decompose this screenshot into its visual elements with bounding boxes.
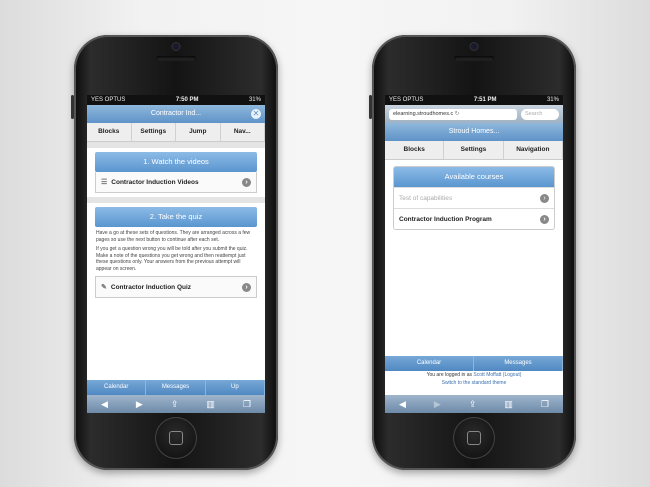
tab-settings[interactable]: Settings (444, 141, 504, 159)
forward-icon[interactable]: ▶ (434, 399, 441, 410)
address-bar: elearning.stroudhomes.c ↻ Search (385, 105, 563, 123)
course-list: Available courses Test of capabilities ›… (393, 166, 555, 230)
reload-icon[interactable]: ↻ (455, 111, 460, 117)
phone-right: YES OPTUS 7:51 PM 31% elearning.stroudho… (369, 35, 576, 470)
tab-blocks[interactable]: Blocks (87, 123, 132, 141)
browser-toolbar: ◀ ▶ ⇪ ▥ ❐ (385, 395, 563, 413)
phone-left: YES OPTUS 7:50 PM 31% Contractor Ind... … (71, 35, 278, 470)
carrier: YES OPTUS (91, 97, 126, 103)
chevron-right-icon: › (242, 282, 251, 292)
search-input[interactable]: Search (521, 108, 559, 120)
back-icon[interactable]: ◀ (101, 399, 108, 410)
logout-link[interactable]: (Logout) (503, 372, 522, 378)
list-item-videos[interactable]: ☰ Contractor Induction Videos › (95, 172, 257, 193)
screen-left: YES OPTUS 7:50 PM 31% Contractor Ind... … (87, 95, 265, 413)
page-title-bar: Contractor Ind... ✕ (87, 105, 265, 123)
course-list-header: Available courses (394, 167, 554, 187)
tabs-icon[interactable]: ❐ (541, 399, 549, 410)
list-item-label: Contractor Induction Videos (111, 178, 199, 186)
browser-toolbar: ◀ ▶ ⇪ ▥ ❐ (87, 395, 265, 413)
nav-up[interactable]: Up (206, 380, 265, 395)
nav-messages[interactable]: Messages (146, 380, 206, 395)
clock: 7:51 PM (473, 97, 497, 103)
earpiece (156, 56, 196, 61)
chevron-right-icon: › (540, 214, 549, 224)
home-button[interactable] (155, 417, 197, 459)
tab-jump[interactable]: Jump (176, 123, 221, 141)
block-tabs: Blocks Settings Jump Nav... (87, 123, 265, 142)
share-icon[interactable]: ⇪ (469, 399, 477, 410)
tab-navigation[interactable]: Nav... (221, 123, 265, 141)
forward-icon[interactable]: ▶ (136, 399, 143, 410)
page-title-bar: Stroud Homes... (385, 123, 563, 141)
quiz-icon: ✎ (101, 284, 107, 291)
course-item-induction[interactable]: Contractor Induction Program › (394, 208, 554, 229)
screen-right: YES OPTUS 7:51 PM 31% elearning.stroudho… (385, 95, 563, 413)
page-title: Stroud Homes... (448, 128, 500, 135)
chevron-right-icon: › (242, 177, 251, 187)
back-icon[interactable]: ◀ (399, 399, 406, 410)
section-header-quiz: 2. Take the quiz (95, 207, 257, 227)
quiz-intro-text: Have a go at these sets of questions. Th… (96, 230, 251, 243)
front-camera (172, 43, 180, 50)
course-item-capabilities[interactable]: Test of capabilities › (394, 187, 554, 208)
earpiece (454, 56, 494, 61)
page-title: Contractor Ind... (150, 110, 202, 117)
tab-blocks[interactable]: Blocks (385, 141, 445, 159)
clock: 7:50 PM (175, 97, 199, 103)
bookmarks-icon[interactable]: ▥ (206, 399, 215, 410)
url-field[interactable]: elearning.stroudhomes.c ↻ (389, 108, 517, 120)
front-camera (470, 43, 478, 50)
battery: 31% (248, 97, 261, 103)
close-icon[interactable]: ✕ (251, 109, 261, 119)
bottom-nav: Calendar Messages Up (87, 380, 265, 395)
tab-settings[interactable]: Settings (132, 123, 176, 141)
theme-switch-link[interactable]: Switch to the standard theme (442, 380, 507, 386)
list-item-label: Contractor Induction Quiz (110, 283, 192, 291)
list-item-quiz[interactable]: ✎ Contractor Induction Quiz › (95, 276, 257, 298)
nav-calendar[interactable]: Calendar (87, 380, 147, 395)
section-header-videos: 1. Watch the videos (95, 152, 257, 172)
page-icon: ☰ (101, 179, 108, 186)
share-icon[interactable]: ⇪ (171, 399, 179, 410)
status-bar: YES OPTUS 7:50 PM 31% (87, 95, 265, 105)
divider (87, 142, 265, 148)
quiz-instructions-text: If you get a question wrong you will be … (96, 246, 248, 272)
user-link[interactable]: Scott Moffatt (473, 372, 501, 378)
tabs-icon[interactable]: ❐ (243, 399, 251, 410)
login-info: You are logged in as Scott Moffatt (Logo… (426, 372, 522, 386)
volume-button (369, 95, 372, 119)
block-tabs: Blocks Settings Navigation (385, 141, 563, 160)
status-bar: YES OPTUS 7:51 PM 31% (385, 95, 563, 105)
volume-button (71, 95, 74, 119)
divider (87, 197, 265, 203)
battery: 31% (546, 97, 559, 103)
tab-navigation[interactable]: Navigation (504, 141, 563, 159)
bookmarks-icon[interactable]: ▥ (504, 399, 513, 410)
carrier: YES OPTUS (389, 97, 424, 103)
chevron-right-icon: › (540, 193, 549, 203)
home-button[interactable] (453, 417, 495, 459)
